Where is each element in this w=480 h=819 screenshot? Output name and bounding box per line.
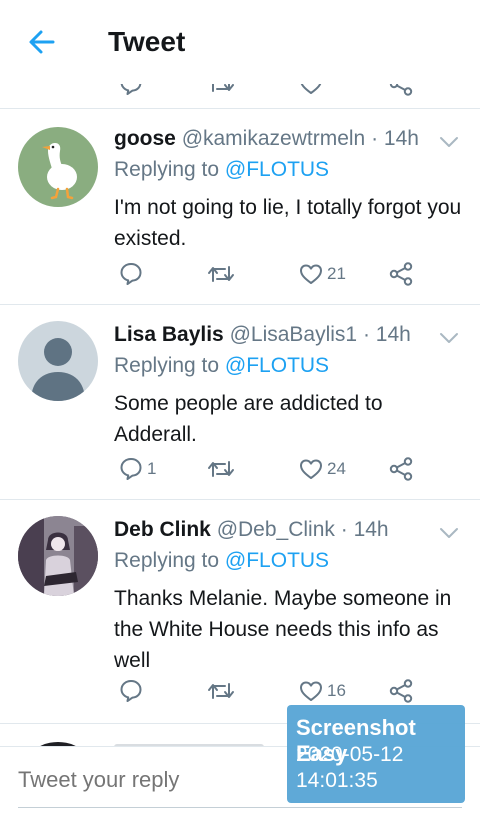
tweet-item[interactable]: Lisa Baylis @LisaBaylis1 · 14h Replying … — [0, 305, 480, 500]
author-name[interactable]: goose — [114, 127, 176, 150]
like-button[interactable]: 16 — [298, 676, 346, 706]
tweet-item[interactable]: goose @kamikazewtrmeln · 14h Replying to… — [0, 109, 480, 305]
replying-to-label: Replying to — [114, 354, 225, 377]
watermark-date: 2020-05-12 — [296, 743, 404, 766]
replying-to: Replying to @FLOTUS — [114, 549, 329, 573]
arrow-left-icon — [29, 30, 55, 54]
retweet-button[interactable] — [206, 454, 239, 484]
tweet-text: Some people are addicted to Adderall. — [114, 392, 383, 446]
reply-underline — [18, 807, 462, 808]
like-button[interactable]: 24 — [298, 454, 346, 484]
like-icon — [300, 681, 322, 701]
share-icon[interactable] — [388, 84, 414, 97]
screenshot-watermark: Screenshot Easy 2020-05-12 14:01:35 — [287, 705, 465, 803]
share-icon — [389, 457, 413, 481]
tweet-actions: 16 — [118, 676, 448, 706]
chevron-down-icon[interactable] — [438, 327, 460, 349]
tweet-item[interactable]: Deb Clink @Deb_Clink · 14h Replying to @… — [0, 500, 480, 724]
reply-icon — [120, 458, 142, 480]
author-handle[interactable]: @LisaBaylis1 — [230, 323, 358, 346]
avatar[interactable] — [18, 516, 98, 596]
back-button[interactable] — [26, 26, 58, 58]
author-name[interactable]: Deb Clink — [114, 518, 211, 541]
tweet-meta: Deb Clink @Deb_Clink · 14h — [114, 518, 389, 542]
avatar[interactable] — [18, 321, 98, 401]
tweet-time: · 14h — [371, 127, 419, 150]
replying-to-label: Replying to — [114, 158, 225, 181]
retweet-button[interactable] — [206, 259, 239, 289]
tweet-meta: Lisa Baylis @LisaBaylis1 · 14h — [114, 323, 411, 347]
like-icon — [300, 264, 322, 284]
reply-icon — [120, 680, 142, 702]
reply-icon[interactable] — [118, 84, 144, 97]
mention-link[interactable]: @FLOTUS — [225, 549, 329, 572]
like-count: 16 — [327, 681, 346, 700]
share-button[interactable] — [388, 259, 414, 289]
avatar[interactable] — [18, 127, 98, 207]
author-name[interactable]: Lisa Baylis — [114, 323, 224, 346]
mention-link[interactable]: @FLOTUS — [225, 354, 329, 377]
like-button[interactable]: 21 — [298, 259, 346, 289]
tweet-text: Thanks Melanie. Maybe someone in the Whi… — [114, 587, 452, 672]
replying-to-label: Replying to — [114, 549, 225, 572]
tweet-actions: 1 24 — [118, 454, 448, 484]
reply-icon — [120, 263, 142, 285]
mention-link[interactable]: @FLOTUS — [225, 158, 329, 181]
like-count: 21 — [327, 264, 346, 283]
retweet-icon[interactable] — [206, 84, 236, 97]
reply-button[interactable]: 1 — [118, 454, 156, 484]
tweet-time: · 14h — [340, 518, 389, 541]
retweet-button[interactable] — [206, 676, 239, 706]
like-count: 24 — [327, 459, 346, 478]
chevron-down-icon[interactable] — [438, 131, 460, 153]
previous-tweet-actions — [0, 84, 480, 109]
page-title: Tweet — [108, 26, 186, 57]
share-button[interactable] — [388, 454, 414, 484]
replying-to: Replying to @FLOTUS — [114, 158, 329, 182]
watermark-time: 14:01:35 — [296, 769, 378, 792]
tweet-actions: 21 — [118, 259, 448, 289]
tweet-time: · 14h — [362, 323, 411, 346]
profile-photo-icon — [18, 516, 98, 596]
replying-to: Replying to @FLOTUS — [114, 354, 329, 378]
tweet-text: I'm not going to lie, I totally forgot y… — [114, 196, 462, 250]
retweet-icon — [208, 461, 234, 477]
tweet-meta: goose @kamikazewtrmeln · 14h — [114, 127, 419, 151]
share-icon — [389, 262, 413, 286]
like-icon — [300, 459, 322, 479]
chevron-down-icon[interactable] — [438, 522, 460, 544]
goose-icon — [42, 143, 77, 200]
retweet-icon — [208, 266, 234, 282]
author-handle[interactable]: @kamikazewtrmeln — [182, 127, 366, 150]
like-icon[interactable] — [298, 84, 324, 97]
reply-button[interactable] — [118, 676, 147, 706]
share-button[interactable] — [388, 676, 414, 706]
default-profile-icon — [31, 338, 85, 401]
reply-button[interactable] — [118, 259, 147, 289]
share-icon — [389, 679, 413, 703]
top-bar: Tweet — [0, 0, 480, 85]
author-handle[interactable]: @Deb_Clink — [217, 518, 335, 541]
reply-count: 1 — [147, 459, 157, 478]
retweet-icon — [208, 683, 234, 699]
